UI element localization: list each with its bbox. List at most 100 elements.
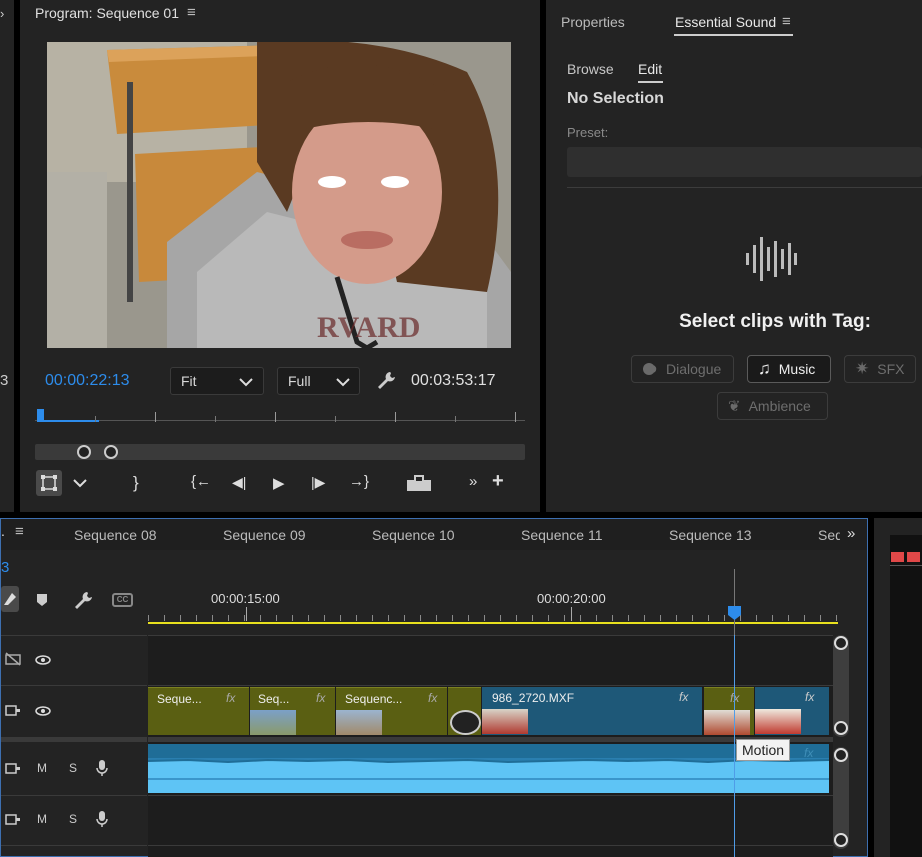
current-timecode[interactable]: 00:00:22:13 — [45, 372, 130, 390]
tab-essential-sound[interactable]: Essential Sound — [675, 14, 776, 30]
captions-icon[interactable]: CC — [112, 593, 133, 607]
zoom-fit-dropdown[interactable]: Fit — [170, 367, 264, 395]
more-tabs-icon[interactable]: » — [847, 525, 855, 542]
snap-tool-button[interactable] — [1, 586, 19, 612]
tag-music-button[interactable]: ♫ Music — [747, 355, 831, 383]
tab-sequence-13[interactable]: Sequence 13 — [669, 527, 752, 543]
microphone-icon[interactable] — [96, 810, 108, 828]
clip-name: Sequenc... — [345, 692, 403, 706]
selection-box-icon — [41, 475, 57, 491]
tab-properties[interactable]: Properties — [561, 14, 625, 30]
fx-badge[interactable]: fx — [316, 691, 325, 705]
tag-sfx-button[interactable]: ✷ SFX — [844, 355, 916, 383]
panel-menu-icon[interactable]: ≡ — [15, 523, 24, 540]
quality-dropdown[interactable]: Full — [277, 367, 360, 395]
audio-meter — [890, 535, 922, 857]
video-clip[interactable]: fx — [704, 687, 754, 735]
audio-clip[interactable]: fx — [148, 744, 829, 793]
fx-badge[interactable]: fx — [226, 691, 235, 705]
track-output-icon[interactable] — [5, 703, 21, 717]
video-clip[interactable]: fx — [755, 687, 829, 735]
marker-icon[interactable] — [36, 593, 48, 607]
mute-track-button[interactable]: M — [37, 761, 47, 775]
monitor-zoom-scrollbar[interactable] — [35, 444, 525, 460]
video-tracks-scrollbar[interactable] — [833, 635, 849, 737]
tag-ambience-button[interactable]: ❦ Ambience — [717, 392, 828, 420]
clip-thumbnail — [755, 709, 801, 734]
snap-magnet-icon — [4, 593, 16, 605]
solo-track-button[interactable]: S — [69, 761, 77, 775]
no-selection-heading: No Selection — [567, 90, 664, 107]
step-forward-icon[interactable]: |▶ — [311, 474, 325, 491]
music-note-icon: ♫ — [758, 359, 771, 378]
tab-sequence-08[interactable]: Sequence 08 — [74, 527, 157, 543]
left-edge-digit: 3 — [0, 372, 9, 389]
scroll-handle-right[interactable] — [104, 445, 118, 459]
motion-tooltip: Motion — [736, 739, 791, 761]
tag-dialogue-button[interactable]: Dialogue — [631, 355, 734, 383]
mark-out-icon[interactable]: } — [133, 473, 139, 493]
clip-indicator-right[interactable] — [907, 552, 920, 562]
toggle-sync-lock-icon[interactable] — [5, 652, 21, 666]
clip-name: 986_2720.MXF — [492, 691, 575, 705]
chevron-down-icon[interactable] — [73, 478, 87, 488]
video-clip[interactable]: Seque... fx — [148, 687, 249, 735]
add-button-icon[interactable]: + — [492, 470, 504, 493]
track-output-icon[interactable] — [5, 812, 21, 826]
tag-ambience-label: Ambience — [748, 398, 811, 414]
play-icon[interactable]: ▶ — [273, 474, 285, 492]
tab-sequence-10[interactable]: Sequence 10 — [372, 527, 455, 543]
scroll-handle-left[interactable] — [77, 445, 91, 459]
mute-track-button[interactable]: M — [37, 812, 47, 826]
video-clip[interactable]: Seq... fx — [250, 687, 335, 735]
fx-badge[interactable]: fx — [805, 690, 814, 704]
go-to-in-icon[interactable]: {← — [191, 473, 211, 490]
preset-dropdown[interactable] — [567, 147, 922, 177]
clip-thumbnail — [704, 710, 750, 735]
eye-visibility-icon[interactable] — [35, 655, 51, 665]
zoom-fit-value: Fit — [181, 373, 197, 389]
subtab-edit[interactable]: Edit — [638, 61, 662, 77]
export-frame-icon[interactable] — [406, 474, 432, 492]
timeline-timecode-fragment[interactable]: 3 — [1, 559, 9, 576]
tab-sequence-09[interactable]: Sequence 09 — [223, 527, 306, 543]
video-clip[interactable]: Sequenc... fx — [336, 687, 447, 735]
clip-indicator-left[interactable] — [891, 552, 904, 562]
active-subtab-underline — [638, 81, 663, 83]
monitor-time-ruler[interactable] — [35, 406, 525, 428]
subtab-browse[interactable]: Browse — [567, 61, 614, 77]
leaf-icon: ❦ — [728, 398, 741, 415]
fx-badge[interactable]: fx — [428, 691, 437, 705]
wrench-settings-icon[interactable] — [73, 590, 93, 610]
solo-track-button[interactable]: S — [69, 812, 77, 826]
step-back-icon[interactable]: ◀| — [232, 474, 246, 491]
more-controls-icon[interactable]: » — [469, 473, 477, 490]
track-output-icon[interactable] — [5, 761, 21, 775]
audio-tracks-scrollbar[interactable] — [833, 747, 849, 849]
collapsed-panel-arrow[interactable]: › — [0, 6, 4, 21]
wrench-settings-icon[interactable] — [376, 370, 396, 390]
safe-margins-button[interactable] — [36, 470, 62, 496]
microphone-icon[interactable] — [96, 759, 108, 777]
program-monitor-title[interactable]: Program: Sequence 01 — [35, 5, 179, 21]
tab-sequence-11[interactable]: Sequence 11 — [521, 527, 602, 543]
burst-icon: ✷ — [855, 359, 870, 378]
video-clip-short[interactable] — [448, 687, 481, 735]
video-clip-selected[interactable]: 986_2720.MXF fx — [482, 687, 702, 735]
video-frame[interactable]: RVARD — [47, 42, 511, 348]
go-to-out-icon[interactable]: →} — [349, 473, 369, 490]
tab-sequence-truncated[interactable]: Seq — [818, 527, 840, 543]
timeline-playhead-handle[interactable] — [727, 605, 742, 621]
timeline-panel: . ≡ Sequence 08 Sequence 09 Sequence 10 … — [0, 518, 868, 857]
quality-value: Full — [288, 373, 311, 389]
video-audio-divider[interactable] — [1, 737, 147, 742]
fx-badge[interactable]: fx — [679, 690, 688, 704]
clip-thumbnail — [336, 710, 382, 735]
track-area[interactable]: Seque... fx Seq... fx Sequenc... fx 986_… — [148, 635, 833, 857]
duration-timecode: 00:03:53:17 — [411, 372, 496, 389]
preset-label: Preset: — [567, 125, 609, 140]
clip-name: Seq... — [258, 692, 290, 706]
panel-menu-icon[interactable]: ≡ — [187, 4, 196, 21]
panel-menu-icon[interactable]: ≡ — [782, 13, 791, 30]
eye-visibility-icon[interactable] — [35, 706, 51, 716]
